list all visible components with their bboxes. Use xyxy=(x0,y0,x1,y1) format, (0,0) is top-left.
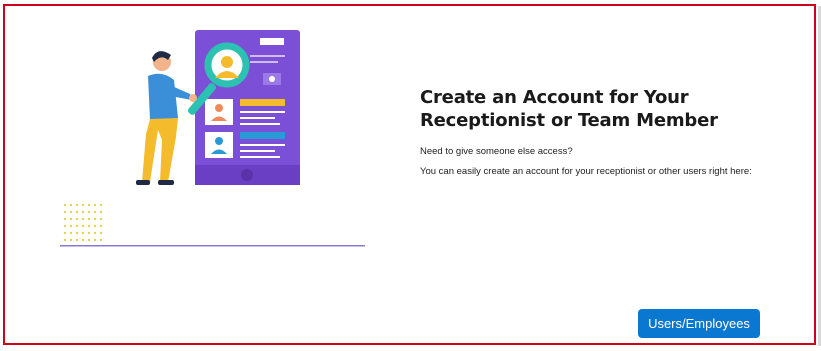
profile-illustration xyxy=(60,30,365,247)
panel-description: You can easily create an account for you… xyxy=(420,166,752,177)
panel-title: Create an Account for Your Receptionist … xyxy=(420,87,718,131)
users-employees-button[interactable]: Users/Employees xyxy=(638,309,760,338)
account-info: Create an Account for Your Receptionist … xyxy=(420,86,800,177)
panel-subtitle: Need to give someone else access? xyxy=(420,146,573,157)
